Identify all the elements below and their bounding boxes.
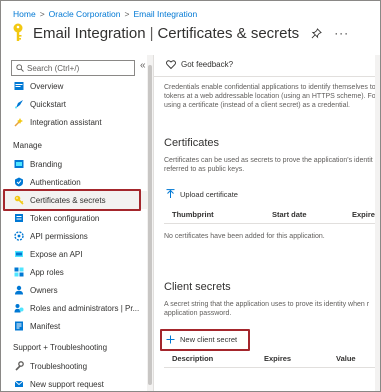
sidebar-item-label: Manifest	[30, 321, 61, 331]
feedback-button[interactable]: Got feedback?	[166, 60, 233, 69]
sidebar-item-label: Integration assistant	[30, 117, 102, 127]
certificates-title: Certificates	[164, 137, 220, 149]
selected-item-highlight	[3, 189, 141, 211]
manage-section-title: Manage	[13, 141, 42, 150]
upload-certificate-button[interactable]: Upload certificate	[166, 189, 238, 199]
client-secrets-desc-line: application password.	[164, 310, 232, 317]
support-section-title: Support + Troubleshooting	[13, 343, 108, 352]
toolbar-divider	[154, 76, 380, 77]
sidebar-item-label: Branding	[30, 159, 63, 169]
token-icon	[13, 213, 24, 224]
sidebar-item-label: New support request	[30, 379, 104, 389]
authentication-icon	[13, 177, 24, 188]
upload-icon	[166, 189, 175, 198]
column-header-expires[interactable]: Expires	[264, 354, 291, 363]
sidebar: Search (Ctrl+/) « Overview Quickstart In…	[1, 55, 153, 391]
owners-icon	[13, 285, 24, 296]
quickstart-icon	[13, 99, 24, 110]
sidebar-item-manifest[interactable]: Manifest	[1, 317, 153, 335]
breadcrumb-separator: >	[39, 9, 45, 19]
support-request-icon	[13, 379, 24, 390]
sidebar-item-label: Quickstart	[30, 99, 67, 109]
main-scrollbar[interactable]	[375, 55, 380, 391]
sidebar-item-label: Authentication	[30, 177, 81, 187]
integration-assistant-icon	[13, 117, 24, 128]
client-secrets-title: Client secrets	[164, 281, 231, 293]
sidebar-item-roles-administrators[interactable]: Roles and administrators | Pr...	[1, 299, 153, 317]
certificates-header-divider	[164, 223, 380, 224]
app-roles-icon	[13, 267, 24, 278]
sidebar-item-overview[interactable]: Overview	[1, 77, 153, 95]
sidebar-item-api-permissions[interactable]: API permissions	[1, 227, 153, 245]
certificates-empty-message: No certificates have been added for this…	[164, 233, 325, 240]
overview-icon	[13, 81, 24, 92]
sidebar-item-branding[interactable]: Branding	[1, 155, 153, 173]
page-header: Email Integration | Certificates & secrets…	[11, 22, 349, 44]
sidebar-item-label: Owners	[30, 285, 58, 295]
portal-window: Home > Oracle Corporation > Email Integratio…	[0, 0, 381, 392]
sidebar-item-label: Overview	[30, 81, 64, 91]
column-header-description[interactable]: Description	[172, 354, 213, 363]
sidebar-item-label: App roles	[30, 267, 64, 277]
upload-certificate-label: Upload certificate	[180, 189, 238, 199]
breadcrumb-oracle-corporation[interactable]: Oracle Corporation	[49, 9, 121, 19]
sidebar-item-label: Roles and administrators | Pr...	[30, 303, 140, 313]
search-placeholder: Search (Ctrl+/)	[27, 63, 80, 73]
pin-icon[interactable]	[311, 27, 323, 39]
sidebar-item-troubleshooting[interactable]: Troubleshooting	[1, 357, 153, 375]
client-secrets-header-divider	[164, 367, 380, 368]
main-content: Got feedback? Credentials enable confide…	[154, 55, 380, 391]
column-header-value[interactable]: Value	[336, 354, 356, 363]
column-header-thumbprint[interactable]: Thumbprint	[172, 210, 214, 219]
sidebar-item-expose-an-api[interactable]: Expose an API	[1, 245, 153, 263]
roles-admin-icon	[13, 303, 24, 314]
feedback-label: Got feedback?	[181, 60, 234, 69]
intro-line: Credentials enable confidential applicat…	[164, 84, 376, 91]
sidebar-item-token-configuration[interactable]: Token configuration	[1, 209, 153, 227]
intro-line: using a certificate (instead of a client…	[164, 102, 350, 109]
breadcrumb-home[interactable]: Home	[13, 9, 36, 19]
troubleshooting-icon	[13, 361, 24, 372]
breadcrumb-separator: >	[124, 9, 130, 19]
sidebar-item-integration-assistant[interactable]: Integration assistant	[1, 113, 153, 131]
breadcrumb-email-integration[interactable]: Email Integration	[133, 9, 197, 19]
title-divider: |	[149, 24, 154, 42]
intro-line: tokens at a web addressable location (us…	[164, 93, 378, 100]
sidebar-item-label: Troubleshooting	[30, 361, 88, 371]
certificates-desc-line: referred to as public keys.	[164, 166, 245, 173]
sidebar-item-label: Expose an API	[30, 249, 83, 259]
manifest-icon	[13, 321, 24, 332]
more-icon[interactable]: ···	[334, 26, 349, 40]
breadcrumb: Home > Oracle Corporation > Email Integratio…	[13, 9, 197, 19]
search-icon	[16, 64, 24, 72]
sidebar-scrollbar-thumb[interactable]	[148, 65, 152, 385]
branding-icon	[13, 159, 24, 170]
new-client-secret-highlight	[160, 329, 250, 351]
sidebar-item-quickstart[interactable]: Quickstart	[1, 95, 153, 113]
sidebar-item-owners[interactable]: Owners	[1, 281, 153, 299]
expose-api-icon	[13, 249, 24, 260]
search-input[interactable]: Search (Ctrl+/)	[11, 60, 135, 76]
collapse-sidebar-icon[interactable]: «	[140, 60, 146, 71]
api-permissions-icon	[13, 231, 24, 242]
certificates-desc-line: Certificates can be used as secrets to p…	[164, 157, 373, 164]
key-icon	[13, 23, 23, 41]
column-header-start-date[interactable]: Start date	[272, 210, 307, 219]
client-secrets-desc-line: A secret string that the application use…	[164, 301, 370, 308]
sidebar-item-app-roles[interactable]: App roles	[1, 263, 153, 281]
heart-icon	[166, 60, 176, 69]
app-name: Email Integration	[33, 24, 146, 42]
sidebar-item-label: Token configuration	[30, 213, 100, 223]
blade-title: Certificates & secrets	[157, 24, 300, 42]
sidebar-item-new-support-request[interactable]: New support request	[1, 375, 153, 391]
sidebar-item-label: API permissions	[30, 231, 88, 241]
page-title: Email Integration | Certificates & secrets	[33, 25, 299, 42]
